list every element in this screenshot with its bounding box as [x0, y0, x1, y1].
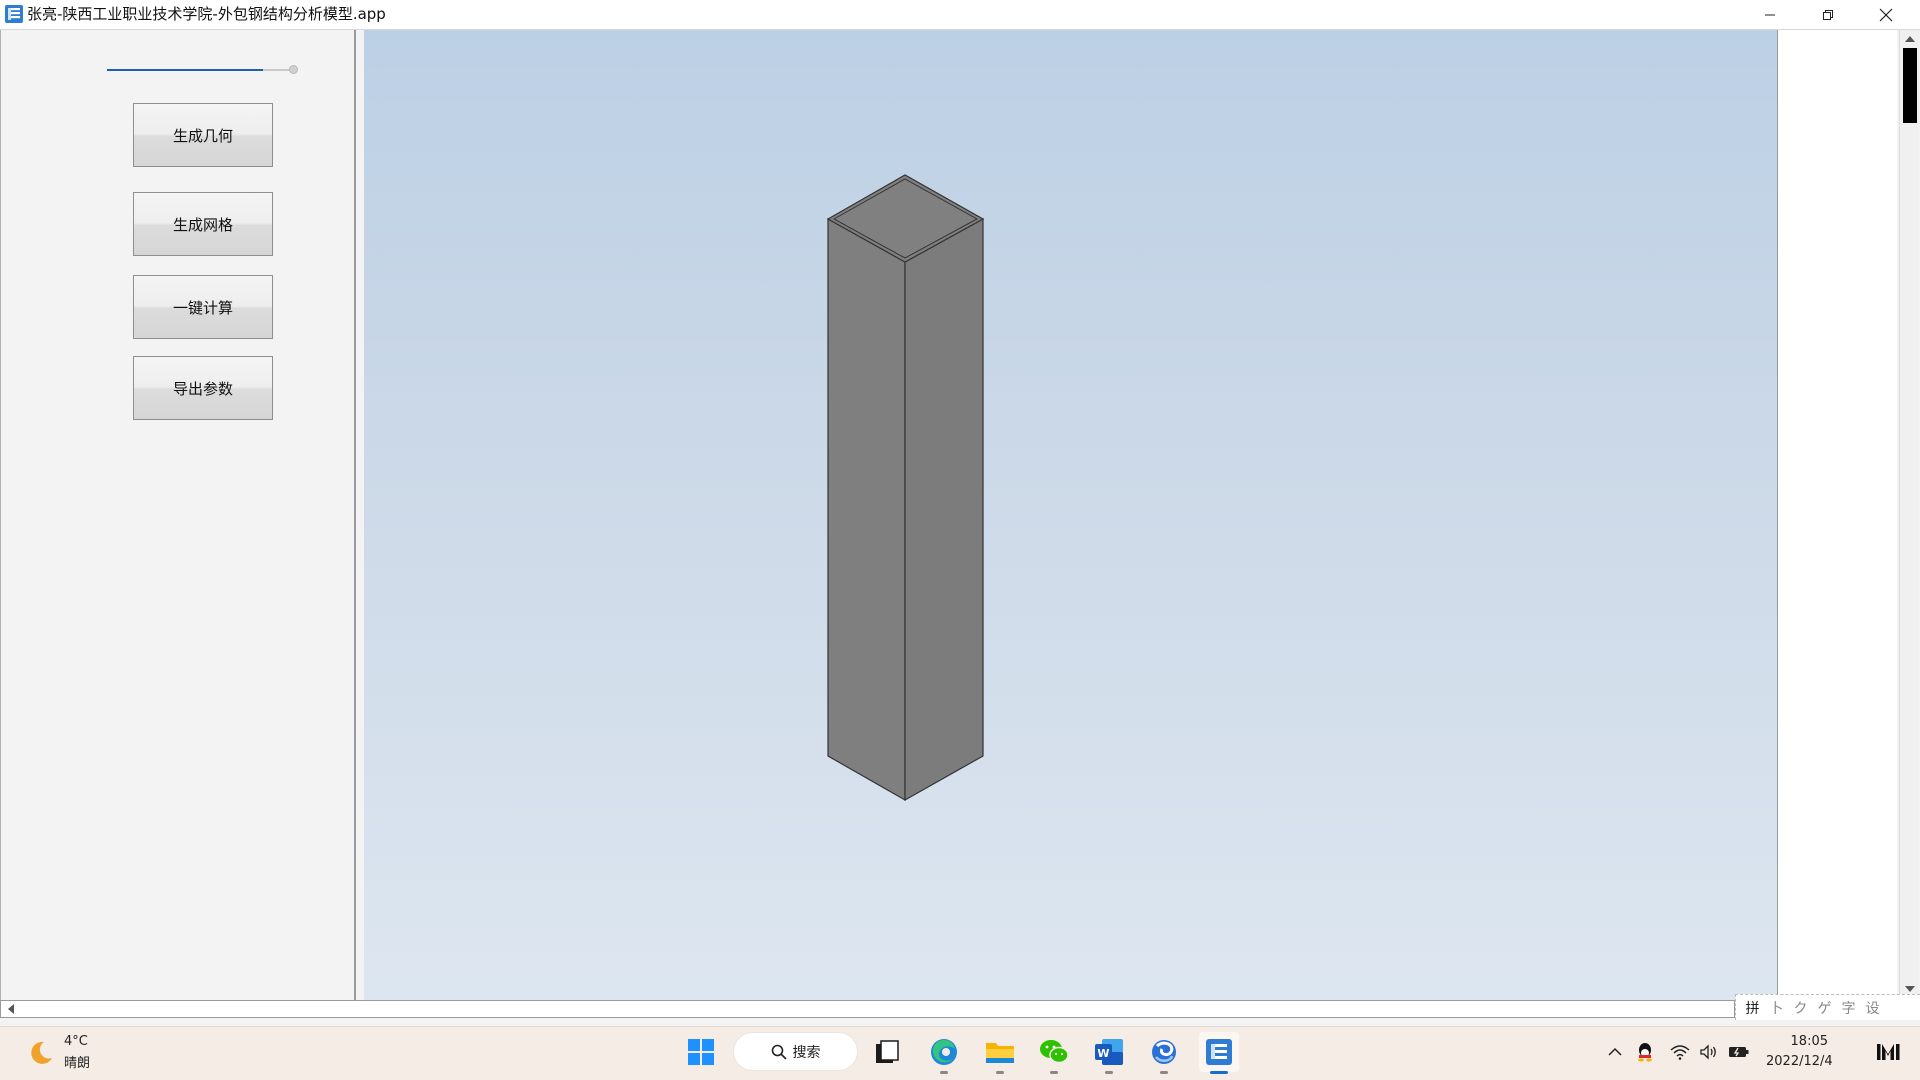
battery-button[interactable]	[1726, 1032, 1752, 1072]
volume-icon	[1700, 1044, 1716, 1060]
control-panel: 生成几何 生成网格 一键计算 导出参数	[0, 30, 356, 1000]
wechat-button[interactable]	[1034, 1032, 1074, 1072]
word-icon: W	[1095, 1039, 1123, 1065]
column-left-face	[827, 217, 906, 802]
browser-button[interactable]	[1144, 1032, 1184, 1072]
word-button[interactable]: W	[1089, 1032, 1129, 1072]
brand-logo-icon	[1877, 1044, 1900, 1060]
clock-time: 18:05	[1790, 1034, 1828, 1049]
ime-settings-icon[interactable]: 设	[1864, 999, 1881, 1017]
column-model	[826, 174, 985, 802]
scroll-up-icon[interactable]	[1902, 32, 1918, 46]
progress-bar-fill	[107, 69, 263, 71]
volume-button[interactable]	[1697, 1032, 1721, 1072]
weather-description: 晴朗	[64, 1056, 91, 1071]
vertical-scroll-thumb[interactable]	[1903, 48, 1917, 123]
restore-button[interactable]	[1799, 0, 1857, 29]
horizontal-scrollbar[interactable]	[0, 1000, 1735, 1018]
wifi-icon	[1670, 1045, 1690, 1060]
start-button[interactable]	[681, 1032, 721, 1072]
network-button[interactable]	[1668, 1032, 1692, 1072]
minimize-button[interactable]	[1741, 0, 1799, 29]
title-bar: 张亮-陕西工业职业技术学院-外包钢结构分析模型.app	[0, 0, 1920, 30]
close-button[interactable]	[1857, 0, 1915, 29]
generate-geometry-button[interactable]: 生成几何	[133, 103, 273, 167]
svg-text:W: W	[1097, 1047, 1109, 1060]
wechat-icon	[1040, 1040, 1069, 1064]
file-explorer-icon	[986, 1043, 1014, 1063]
app-active-indicator	[1210, 1071, 1228, 1074]
show-hidden-icons-button[interactable]	[1604, 1032, 1626, 1072]
edge-running-indicator	[940, 1071, 948, 1074]
qq-icon	[1638, 1043, 1652, 1062]
wechat-running-indicator	[1050, 1071, 1058, 1074]
ime-toolbar: 拼 卜 ク ゲ 字 设	[1735, 994, 1920, 1020]
file-explorer-button[interactable]	[980, 1032, 1020, 1072]
generate-mesh-button[interactable]: 生成网格	[133, 192, 273, 256]
export-parameters-button[interactable]: 导出参数	[133, 356, 273, 420]
model-viewport[interactable]	[364, 30, 1777, 1000]
taskbar-clock[interactable]: 18:05 2022/12/4	[1766, 1032, 1833, 1072]
browser-running-indicator	[1160, 1071, 1168, 1074]
qq-tray-button[interactable]	[1633, 1032, 1657, 1072]
start-icon	[688, 1039, 714, 1065]
search-icon	[771, 1044, 787, 1060]
ime-punctuation-icon[interactable]: ク	[1792, 999, 1809, 1017]
restore-icon	[1823, 9, 1833, 20]
edge-icon	[931, 1039, 957, 1065]
task-view-button[interactable]	[867, 1032, 907, 1072]
app-taskbar-button[interactable]	[1199, 1032, 1239, 1072]
weather-widget[interactable]: 4°C 晴朗	[24, 1032, 134, 1074]
ime-pinyin-icon[interactable]: 拼	[1744, 999, 1761, 1017]
window-title: 张亮-陕西工业职业技术学院-外包钢结构分析模型.app	[27, 5, 386, 23]
ime-char-icon[interactable]: 字	[1840, 999, 1857, 1017]
file-explorer-running-indicator	[996, 1071, 1004, 1074]
search-label: 搜索	[792, 1044, 821, 1061]
progress-handle[interactable]	[289, 65, 298, 74]
app-icon	[1206, 1039, 1232, 1065]
notification-button[interactable]	[1870, 1032, 1910, 1072]
right-panel	[1777, 30, 1897, 1000]
ime-symbol-icon[interactable]: ゲ	[1816, 999, 1833, 1017]
one-click-compute-button[interactable]: 一键计算	[133, 275, 273, 339]
word-running-indicator	[1105, 1071, 1113, 1074]
weather-temperature: 4°C	[64, 1034, 88, 1049]
taskbar-search[interactable]: 搜索	[734, 1033, 857, 1070]
scroll-left-icon[interactable]	[3, 1002, 19, 1016]
battery-icon	[1729, 1047, 1749, 1057]
progress-bar	[107, 69, 297, 71]
chevron-up-icon	[1608, 1047, 1622, 1056]
vertical-scrollbar[interactable]	[1899, 30, 1919, 1000]
task-view-icon	[876, 1040, 899, 1063]
ime-half-width-icon[interactable]: 卜	[1768, 999, 1785, 1017]
edge-button[interactable]	[924, 1032, 964, 1072]
minimize-icon	[1765, 14, 1775, 15]
moon-icon	[31, 1041, 52, 1064]
browser-icon	[1152, 1040, 1176, 1064]
app-icon	[4, 4, 24, 24]
clock-date: 2022/12/4	[1766, 1054, 1833, 1069]
close-icon	[1879, 8, 1893, 21]
column-right-face	[904, 217, 984, 802]
